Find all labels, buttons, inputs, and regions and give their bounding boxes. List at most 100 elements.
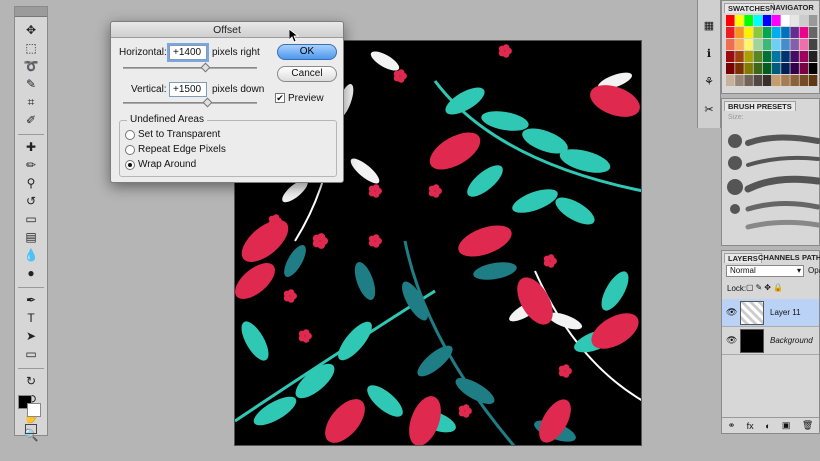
- color-swatch[interactable]: [744, 75, 753, 86]
- radio-set-to-transparent[interactable]: [125, 130, 135, 140]
- color-swatch[interactable]: [726, 75, 735, 86]
- quick-mask-icon[interactable]: [25, 424, 37, 434]
- color-swatch[interactable]: [790, 39, 799, 50]
- color-swatch[interactable]: [790, 63, 799, 74]
- dodge-tool-icon[interactable]: ●: [19, 264, 43, 282]
- swatch-grid[interactable]: [726, 15, 820, 91]
- color-swatch[interactable]: [726, 63, 735, 74]
- color-swatch[interactable]: [726, 27, 735, 38]
- color-swatch[interactable]: [808, 51, 818, 62]
- tab-layers[interactable]: LAYERS: [724, 253, 762, 263]
- horizontal-slider-thumb[interactable]: [200, 62, 211, 73]
- color-swatch[interactable]: [762, 15, 772, 26]
- pen-tool-icon[interactable]: ✒: [19, 291, 43, 309]
- tab-brush-presets[interactable]: BRUSH PRESETS: [724, 101, 796, 111]
- preview-checkbox[interactable]: ✔: [275, 93, 285, 103]
- color-swatch[interactable]: [781, 63, 790, 74]
- lasso-tool-icon[interactable]: ➰: [19, 57, 43, 75]
- color-swatch[interactable]: [762, 63, 772, 74]
- color-swatch[interactable]: [772, 39, 781, 50]
- color-swatch[interactable]: [808, 75, 818, 86]
- color-swatch[interactable]: [781, 75, 790, 86]
- vertical-slider-thumb[interactable]: [202, 97, 213, 108]
- clone-stamp-tool-icon[interactable]: ⚲: [19, 174, 43, 192]
- eyedropper-tool-icon[interactable]: ✐: [19, 111, 43, 129]
- quick-select-tool-icon[interactable]: ✎: [19, 75, 43, 93]
- radio-repeat-edge-pixels[interactable]: [125, 145, 135, 155]
- color-swatch[interactable]: [790, 51, 799, 62]
- move-tool-icon[interactable]: ✥: [19, 21, 43, 39]
- histogram-icon[interactable]: ▦: [701, 18, 717, 34]
- trash-icon[interactable]: 🗑: [802, 420, 813, 431]
- color-swatch[interactable]: [799, 39, 809, 50]
- vertical-slider[interactable]: [123, 102, 257, 104]
- adjustments-icon[interactable]: ⚘: [701, 74, 717, 90]
- tab-paths[interactable]: PATH: [802, 253, 820, 262]
- layer-row-layer-11[interactable]: 👁 Layer 11: [722, 299, 819, 327]
- color-swatch[interactable]: [753, 51, 763, 62]
- color-swatch[interactable]: [744, 15, 753, 26]
- color-swatch[interactable]: [726, 15, 735, 26]
- color-swatch[interactable]: [781, 27, 790, 38]
- link-layers-icon[interactable]: ⚭: [728, 420, 736, 431]
- horizontal-input[interactable]: +1400: [169, 45, 207, 60]
- tab-channels[interactable]: CHANNELS: [758, 253, 800, 262]
- color-swatch[interactable]: [781, 15, 790, 26]
- tools-options-icon[interactable]: ✂: [701, 102, 717, 118]
- layer-row-background[interactable]: 👁 Background: [722, 327, 819, 355]
- color-swatch[interactable]: [753, 39, 763, 50]
- marquee-tool-icon[interactable]: ⬚: [19, 39, 43, 57]
- color-swatch[interactable]: [772, 15, 781, 26]
- color-swatch[interactable]: [772, 75, 781, 86]
- color-swatch[interactable]: [799, 15, 809, 26]
- background-color-swatch[interactable]: [27, 403, 41, 417]
- color-swatch[interactable]: [753, 75, 763, 86]
- color-swatch[interactable]: [808, 15, 818, 26]
- color-swatch[interactable]: [735, 75, 744, 86]
- color-swatch[interactable]: [735, 39, 744, 50]
- tab-navigator[interactable]: NAVIGATOR: [770, 3, 814, 12]
- color-swatch[interactable]: [762, 75, 772, 86]
- color-swatch[interactable]: [772, 51, 781, 62]
- mask-icon[interactable]: ◐: [765, 421, 770, 431]
- color-swatch[interactable]: [799, 63, 809, 74]
- color-swatch[interactable]: [772, 27, 781, 38]
- new-layer-icon[interactable]: ▣: [782, 420, 791, 431]
- brush-list[interactable]: [726, 129, 820, 241]
- info-icon[interactable]: ℹ: [701, 46, 717, 62]
- gradient-tool-icon[interactable]: ▤: [19, 228, 43, 246]
- color-swatch[interactable]: [799, 27, 809, 38]
- fx-icon[interactable]: fx: [747, 421, 754, 431]
- vertical-input[interactable]: +1500: [169, 82, 207, 97]
- blur-tool-icon[interactable]: 💧: [19, 246, 43, 264]
- 3d-rotate-tool-icon[interactable]: ↻: [19, 372, 43, 390]
- color-swatch[interactable]: [735, 51, 744, 62]
- color-swatch[interactable]: [735, 63, 744, 74]
- color-swatch[interactable]: [799, 75, 809, 86]
- radio-wrap-around[interactable]: [125, 160, 135, 170]
- eraser-tool-icon[interactable]: ▭: [19, 210, 43, 228]
- color-swatch[interactable]: [744, 51, 753, 62]
- color-swatch[interactable]: [790, 27, 799, 38]
- color-swatch[interactable]: [772, 63, 781, 74]
- ok-button[interactable]: OK: [277, 44, 337, 60]
- color-swatch[interactable]: [781, 51, 790, 62]
- color-swatch[interactable]: [762, 27, 772, 38]
- color-swatch[interactable]: [744, 39, 753, 50]
- color-swatch[interactable]: [781, 39, 790, 50]
- path-select-tool-icon[interactable]: ➤: [19, 327, 43, 345]
- shape-tool-icon[interactable]: ▭: [19, 345, 43, 363]
- color-swatch[interactable]: [735, 27, 744, 38]
- color-swatch[interactable]: [744, 27, 753, 38]
- color-swatch[interactable]: [726, 51, 735, 62]
- crop-tool-icon[interactable]: ⌗: [19, 93, 43, 111]
- lock-icons[interactable]: ▢✎✥🔒: [746, 283, 785, 292]
- color-swatch[interactable]: [753, 63, 763, 74]
- tools-panel-grip[interactable]: [15, 7, 47, 17]
- color-swatch[interactable]: [762, 51, 772, 62]
- color-swatch[interactable]: [762, 39, 772, 50]
- color-swatch[interactable]: [808, 27, 818, 38]
- color-swatch[interactable]: [753, 27, 763, 38]
- color-swatch[interactable]: [790, 15, 799, 26]
- type-tool-icon[interactable]: T: [19, 309, 43, 327]
